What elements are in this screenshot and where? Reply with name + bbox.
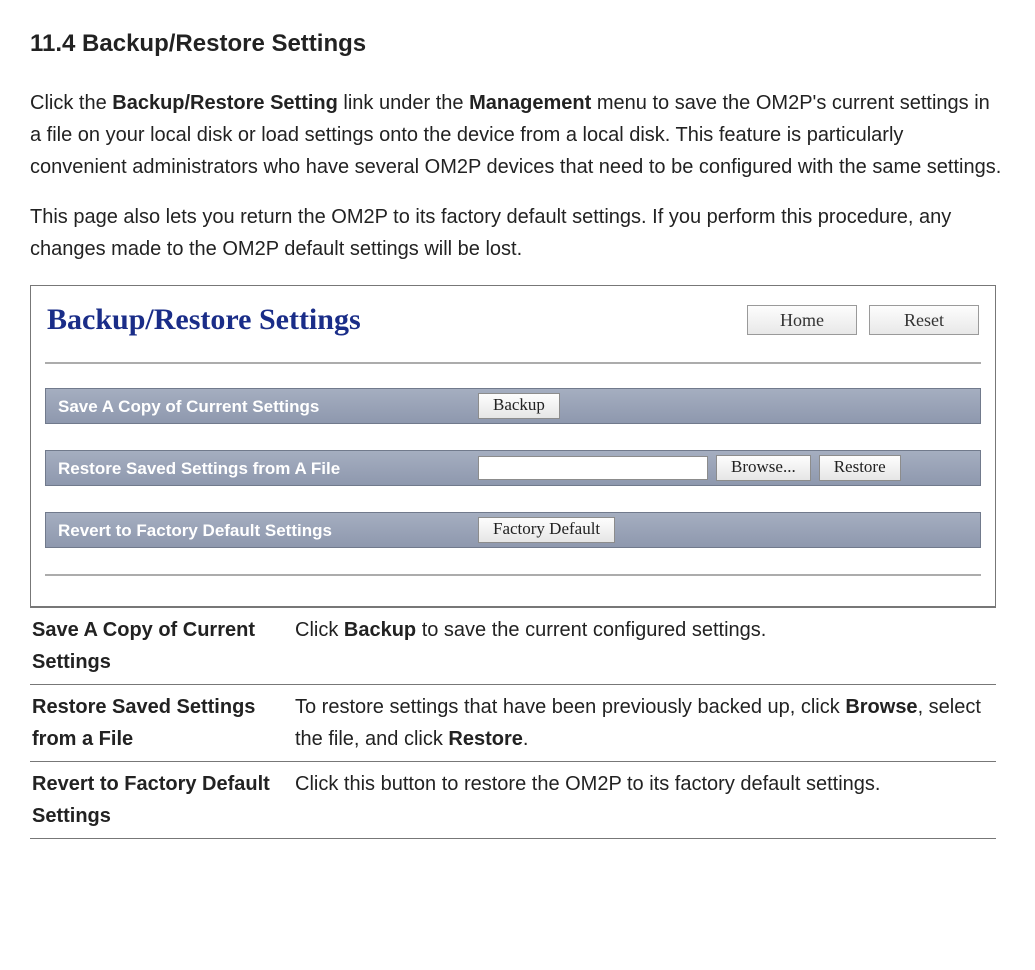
def-restore: To restore settings that have been previ… [293,685,996,762]
restore-settings-label: Restore Saved Settings from A File [46,455,478,482]
backup-button[interactable]: Backup [478,393,560,419]
bold-restore: Restore [448,728,522,750]
section-heading: 11.4 Backup/Restore Settings [30,25,1005,63]
text: link under the [338,92,469,114]
table-row: Restore Saved Settings from a File To re… [30,685,996,762]
term-save-copy: Save A Copy of Current Settings [30,608,293,685]
home-button[interactable]: Home [747,305,857,335]
text: to save the current configured settings. [416,619,766,641]
intro-paragraph-2: This page also lets you return the OM2P … [30,201,1005,265]
table-row: Revert to Factory Default Settings Click… [30,762,996,839]
def-revert: Click this button to restore the OM2P to… [293,762,996,839]
bold-browse: Browse [845,696,917,718]
revert-settings-row: Revert to Factory Default Settings Facto… [45,512,981,548]
term-revert: Revert to Factory Default Settings [30,762,293,839]
text: To restore settings that have been previ… [295,696,845,718]
table-row: Save A Copy of Current Settings Click Ba… [30,608,996,685]
screenshot-titlebar: Backup/Restore Settings Home Reset [37,292,989,362]
factory-default-button[interactable]: Factory Default [478,517,615,543]
text: . [523,728,529,750]
settings-description-table: Save A Copy of Current Settings Click Ba… [30,607,996,839]
settings-screenshot: Backup/Restore Settings Home Reset Save … [30,285,996,607]
text: Click the [30,92,112,114]
bold-menu-name: Management [469,92,591,114]
page-title: Backup/Restore Settings [47,296,361,344]
restore-file-input[interactable] [478,456,708,480]
def-save-copy: Click Backup to save the current configu… [293,608,996,685]
revert-settings-label: Revert to Factory Default Settings [46,517,478,544]
save-settings-row: Save A Copy of Current Settings Backup [45,388,981,424]
term-restore: Restore Saved Settings from a File [30,685,293,762]
bold-backup: Backup [344,619,416,641]
restore-button[interactable]: Restore [819,455,901,481]
save-settings-label: Save A Copy of Current Settings [46,393,478,420]
browse-button[interactable]: Browse... [716,455,811,481]
separator [45,574,981,576]
text: Click [295,619,344,641]
bold-link-name: Backup/Restore Setting [112,92,338,114]
intro-paragraph-1: Click the Backup/Restore Setting link un… [30,87,1005,183]
separator [45,362,981,364]
reset-button[interactable]: Reset [869,305,979,335]
restore-settings-row: Restore Saved Settings from A File Brows… [45,450,981,486]
